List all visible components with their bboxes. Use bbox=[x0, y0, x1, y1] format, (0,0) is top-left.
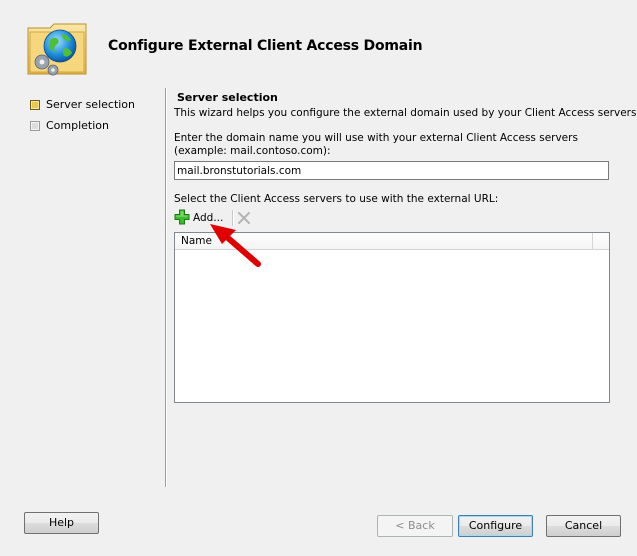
help-button[interactable]: Help bbox=[24, 512, 99, 534]
divider bbox=[165, 88, 167, 487]
section-title: Server selection bbox=[177, 91, 278, 104]
step-active-marker bbox=[30, 99, 40, 110]
step-inactive-marker bbox=[30, 120, 40, 131]
servers-label: Select the Client Access servers to use … bbox=[174, 193, 499, 205]
domain-input[interactable] bbox=[174, 161, 609, 180]
back-button[interactable]: < Back bbox=[377, 515, 453, 537]
red-arrow-annotation bbox=[206, 220, 266, 270]
section-description: This wizard helps you configure the exte… bbox=[174, 107, 637, 119]
cancel-button[interactable]: Cancel bbox=[546, 515, 621, 537]
step-label: Server selection bbox=[46, 98, 136, 111]
step-completion[interactable]: Completion bbox=[30, 115, 135, 136]
globe-gears-folder-icon bbox=[24, 18, 92, 78]
wizard-steps: Server selection Completion bbox=[30, 94, 135, 136]
step-server-selection[interactable]: Server selection bbox=[30, 94, 135, 115]
wizard-title: Configure External Client Access Domain bbox=[108, 38, 423, 54]
column-header-filler bbox=[593, 233, 609, 249]
step-label: Completion bbox=[46, 119, 110, 132]
domain-label: Enter the domain name you will use with … bbox=[174, 132, 578, 157]
green-plus-icon bbox=[174, 209, 190, 228]
wizard-header: Configure External Client Access Domain bbox=[0, 0, 637, 86]
configure-button[interactable]: Configure bbox=[458, 515, 533, 537]
